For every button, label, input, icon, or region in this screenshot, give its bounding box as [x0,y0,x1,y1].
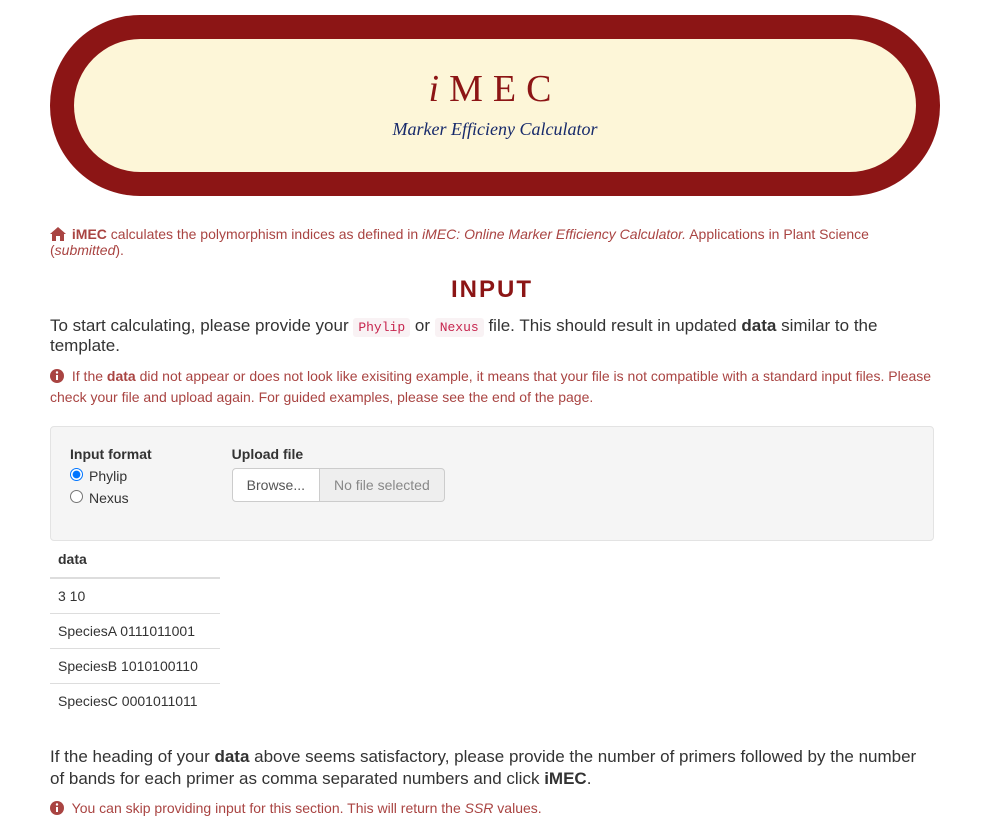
table-row: SpeciesC 0001011011 [50,684,220,719]
skip-alert: You can skip providing input for this se… [50,800,934,816]
input-heading: INPUT [50,276,934,304]
input-format-group: Input format Phylip Nexus [70,446,152,512]
title-prefix: i [429,68,450,110]
file-selected-display: No file selected [320,468,445,502]
intro-appname: iMEC [72,226,107,242]
upload-label: Upload file [232,446,445,462]
format-label: Input format [70,446,152,462]
table-row: SpeciesA 0111011001 [50,614,220,649]
table-row: SpeciesB 1010100110 [50,649,220,684]
table-row: 3 10 [50,578,220,614]
info-icon [50,801,64,815]
home-icon [50,227,66,241]
data-table-header: data [50,541,220,578]
browse-button[interactable]: Browse... [232,468,320,502]
page-title: iMEC [114,67,876,111]
radio-phylip-input[interactable] [70,468,83,481]
data-preview-table: data 3 10 SpeciesA 0111011001 SpeciesB 1… [50,541,220,718]
radio-nexus-input[interactable] [70,490,83,503]
info-icon [50,368,64,382]
header-inner: iMEC Marker Efficieny Calculator [74,39,916,172]
header-banner: iMEC Marker Efficieny Calculator [50,15,940,196]
title-rest: MEC [449,68,561,110]
intro-citation: iMEC: Online Marker Efficiency Calculato… [422,226,686,242]
format-phylip-badge: Phylip [353,318,410,337]
page-subtitle: Marker Efficieny Calculator [114,119,876,140]
radio-nexus[interactable]: Nexus [70,490,152,506]
start-instructions: To start calculating, please provide you… [50,316,934,356]
radio-phylip[interactable]: Phylip [70,468,152,484]
upload-group: Upload file Browse... No file selected [232,446,445,512]
primer-instructions: If the heading of your data above seems … [50,746,934,790]
compat-alert: If the data did not appear or does not l… [50,366,934,408]
input-form-well: Input format Phylip Nexus Upload file Br… [50,426,934,541]
format-nexus-badge: Nexus [435,318,484,337]
intro-text: iMEC calculates the polymorphism indices… [50,226,934,258]
